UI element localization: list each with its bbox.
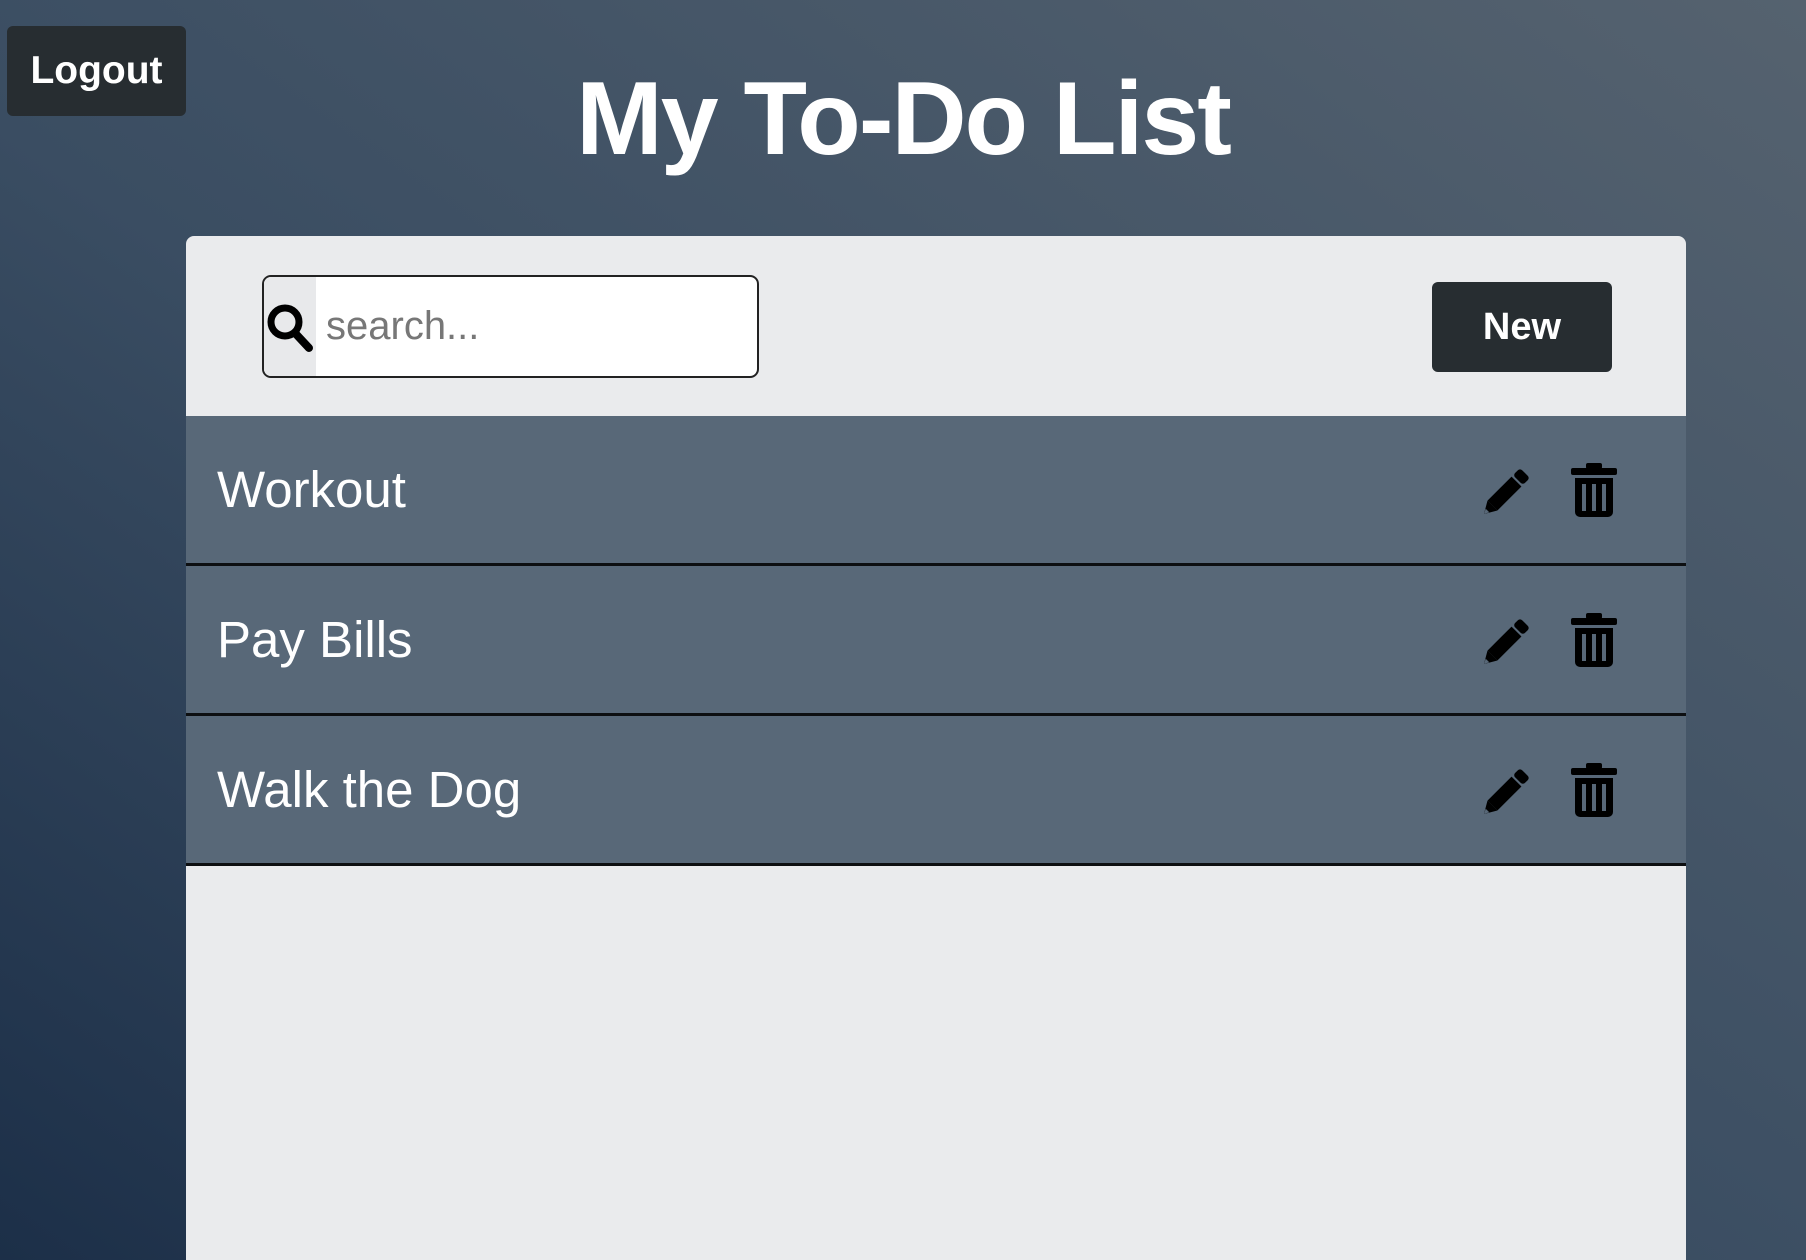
toolbar: New: [186, 236, 1686, 416]
page-title: My To-Do List: [576, 61, 1232, 177]
todo-label: Pay Bills: [217, 611, 413, 668]
new-button[interactable]: New: [1432, 282, 1612, 372]
trash-icon[interactable]: [1566, 610, 1622, 670]
trash-icon[interactable]: [1566, 760, 1622, 820]
todo-list: Workout Pay Bills Walk the Dog: [186, 416, 1686, 866]
trash-icon[interactable]: [1566, 460, 1622, 520]
todo-label: Workout: [217, 461, 406, 518]
search-box[interactable]: [262, 275, 759, 378]
todo-item: Workout: [186, 416, 1686, 566]
todo-panel: New Workout: [186, 236, 1686, 1260]
todo-item: Pay Bills: [186, 566, 1686, 716]
pencil-icon[interactable]: [1478, 460, 1538, 520]
pencil-icon[interactable]: [1478, 610, 1538, 670]
todo-label: Walk the Dog: [217, 761, 522, 818]
search-input[interactable]: [316, 277, 748, 376]
search-icon: [264, 277, 316, 376]
pencil-icon[interactable]: [1478, 760, 1538, 820]
todo-item: Walk the Dog: [186, 716, 1686, 866]
